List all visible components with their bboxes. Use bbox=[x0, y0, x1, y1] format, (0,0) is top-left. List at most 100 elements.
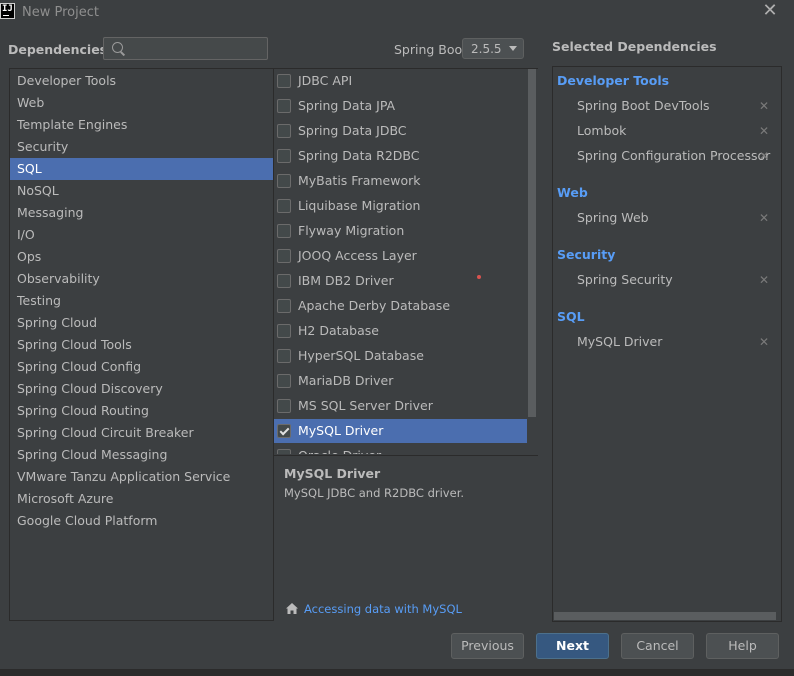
category-item[interactable]: Template Engines bbox=[10, 114, 273, 136]
description-text: MySQL JDBC and R2DBC driver. bbox=[284, 486, 465, 500]
category-item[interactable]: Google Cloud Platform bbox=[10, 510, 273, 532]
dependency-checkbox[interactable] bbox=[277, 449, 291, 454]
title-bar: IJ New Project ✕ bbox=[0, 0, 794, 26]
selected-panel-scrollbar[interactable] bbox=[554, 612, 776, 620]
previous-button[interactable]: Previous bbox=[451, 633, 524, 659]
dependency-row[interactable]: Flyway Migration bbox=[274, 219, 527, 243]
dependency-checkbox[interactable] bbox=[277, 274, 291, 288]
cancel-button[interactable]: Cancel bbox=[621, 633, 694, 659]
dependency-label: Spring Data JDBC bbox=[298, 123, 407, 138]
selected-group-header: Web bbox=[557, 185, 588, 200]
dependency-row[interactable]: MyBatis Framework bbox=[274, 169, 527, 193]
dependency-row[interactable]: HyperSQL Database bbox=[274, 344, 527, 368]
next-button[interactable]: Next bbox=[536, 633, 609, 659]
spring-boot-version-select[interactable]: 2.5.5 bbox=[462, 38, 524, 59]
dependency-row[interactable]: Spring Data JPA bbox=[274, 94, 527, 118]
dependency-checkbox[interactable] bbox=[277, 324, 291, 338]
dependency-list-scrollbar[interactable] bbox=[528, 69, 536, 417]
dependency-checkbox[interactable] bbox=[277, 149, 291, 163]
category-item[interactable]: SQL bbox=[10, 158, 273, 180]
spring-boot-version-value: 2.5.5 bbox=[471, 42, 502, 56]
dependency-row[interactable]: MariaDB Driver bbox=[274, 369, 527, 393]
category-item[interactable]: Spring Cloud bbox=[10, 312, 273, 334]
dependency-checkbox[interactable] bbox=[277, 224, 291, 238]
dependency-label: JDBC API bbox=[298, 73, 353, 88]
dependency-checkbox[interactable] bbox=[277, 199, 291, 213]
guide-link[interactable]: Accessing data with MySQL bbox=[304, 602, 462, 616]
category-item[interactable]: Observability bbox=[10, 268, 273, 290]
category-item[interactable]: Spring Cloud Tools bbox=[10, 334, 273, 356]
dependency-row[interactable]: JDBC API bbox=[274, 69, 527, 93]
dependency-row[interactable]: Oracle Driver bbox=[274, 444, 527, 454]
dependency-row[interactable]: MS SQL Server Driver bbox=[274, 394, 527, 418]
category-list: Developer Tools Web Template Engines Securi… bbox=[9, 68, 274, 621]
selected-group-header: Developer Tools bbox=[557, 73, 670, 88]
dependency-checkbox[interactable] bbox=[277, 424, 291, 438]
category-item[interactable]: Spring Cloud Config bbox=[10, 356, 273, 378]
description-title: MySQL Driver bbox=[284, 466, 381, 481]
dependency-row[interactable]: MySQL Driver bbox=[274, 419, 527, 443]
description-panel: MySQL Driver MySQL JDBC and R2DBC driver… bbox=[274, 455, 538, 621]
dependency-row[interactable]: Spring Data JDBC bbox=[274, 119, 527, 143]
dependency-label: H2 Database bbox=[298, 323, 379, 338]
dependency-label: Oracle Driver bbox=[298, 448, 381, 454]
dependency-checkbox[interactable] bbox=[277, 249, 291, 263]
category-item[interactable]: Testing bbox=[10, 290, 273, 312]
category-item[interactable]: Spring Cloud Messaging bbox=[10, 444, 273, 466]
dependency-row[interactable]: JOOQ Access Layer bbox=[274, 244, 527, 268]
remove-icon[interactable]: ✕ bbox=[758, 273, 770, 287]
selected-dependency-item: Spring Configuration Processor bbox=[577, 148, 771, 163]
selected-dependencies-panel: Developer Tools Spring Boot DevTools ✕ Lomb… bbox=[552, 66, 782, 622]
window-title: New Project bbox=[22, 5, 99, 20]
dependency-row[interactable]: Spring Data R2DBC bbox=[274, 144, 527, 168]
dependency-checkbox[interactable] bbox=[277, 349, 291, 363]
dependency-row[interactable]: Apache Derby Database bbox=[274, 294, 527, 318]
category-item[interactable]: Microsoft Azure bbox=[10, 488, 273, 510]
dependency-label: Spring Data R2DBC bbox=[298, 148, 420, 163]
remove-icon[interactable]: ✕ bbox=[758, 335, 770, 349]
checkmark-icon bbox=[279, 425, 290, 436]
dependency-row[interactable]: H2 Database bbox=[274, 319, 527, 343]
dependency-label: JOOQ Access Layer bbox=[298, 248, 417, 263]
selected-dependency-item: MySQL Driver bbox=[577, 334, 663, 349]
close-icon[interactable]: ✕ bbox=[760, 1, 780, 21]
category-item[interactable]: Web bbox=[10, 92, 273, 114]
selected-group-header: Security bbox=[557, 247, 616, 262]
remove-icon[interactable]: ✕ bbox=[758, 211, 770, 225]
category-item[interactable]: Messaging bbox=[10, 202, 273, 224]
selected-dependency-item: Lombok bbox=[577, 123, 627, 138]
dependency-checkbox[interactable] bbox=[277, 399, 291, 413]
help-button[interactable]: Help bbox=[706, 633, 779, 659]
bottom-strip bbox=[0, 669, 794, 676]
home-icon bbox=[286, 603, 298, 614]
dependency-checkbox[interactable] bbox=[277, 374, 291, 388]
remove-icon[interactable]: ✕ bbox=[758, 149, 770, 163]
category-item[interactable]: NoSQL bbox=[10, 180, 273, 202]
remove-icon[interactable]: ✕ bbox=[758, 99, 770, 113]
dependency-label: Liquibase Migration bbox=[298, 198, 421, 213]
dependency-label: Flyway Migration bbox=[298, 223, 405, 238]
category-item[interactable]: I/O bbox=[10, 224, 273, 246]
category-item[interactable]: VMware Tanzu Application Service bbox=[10, 466, 273, 488]
dependency-checkbox[interactable] bbox=[277, 174, 291, 188]
remove-icon[interactable]: ✕ bbox=[758, 124, 770, 138]
dependency-label: IBM DB2 Driver bbox=[298, 273, 394, 288]
dependency-row[interactable]: IBM DB2 Driver bbox=[274, 269, 527, 293]
dependency-checkbox[interactable] bbox=[277, 74, 291, 88]
dependency-checkbox[interactable] bbox=[277, 124, 291, 138]
category-item[interactable]: Spring Cloud Discovery bbox=[10, 378, 273, 400]
dependency-checkbox[interactable] bbox=[277, 299, 291, 313]
dependency-label: MyBatis Framework bbox=[298, 173, 421, 188]
category-item[interactable]: Developer Tools bbox=[10, 70, 273, 92]
selected-dependencies-label: Selected Dependencies bbox=[552, 39, 717, 54]
category-item[interactable]: Spring Cloud Routing bbox=[10, 400, 273, 422]
category-item[interactable]: Security bbox=[10, 136, 273, 158]
search-input[interactable] bbox=[128, 40, 264, 57]
dependency-row[interactable]: Liquibase Migration bbox=[274, 194, 527, 218]
search-box[interactable] bbox=[103, 37, 268, 60]
category-item[interactable]: Ops bbox=[10, 246, 273, 268]
dependency-checkbox[interactable] bbox=[277, 99, 291, 113]
search-icon bbox=[112, 42, 123, 53]
category-item[interactable]: Spring Cloud Circuit Breaker bbox=[10, 422, 273, 444]
intellij-logo-icon: IJ bbox=[0, 3, 15, 19]
